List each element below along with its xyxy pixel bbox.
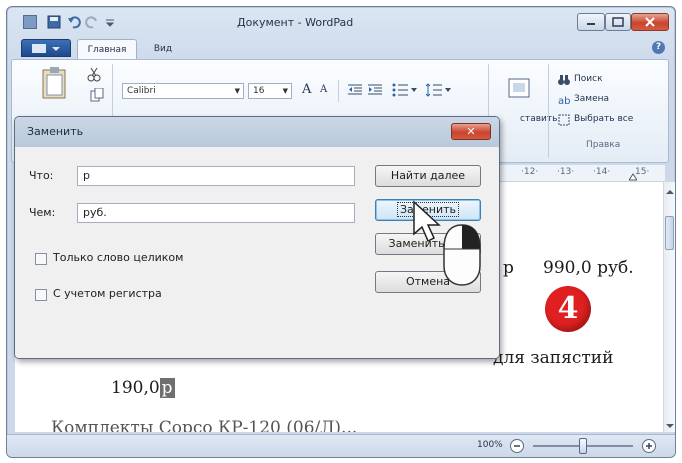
svg-text:ab: ab [558,96,570,106]
font-name-value: Calibri [127,86,156,96]
customize-qat-icon[interactable] [103,15,117,29]
chevron-down-icon: ▼ [282,87,288,95]
mouse-click-icon [440,222,484,288]
dialog-title-bar[interactable]: Заменить ✕ [15,117,499,147]
maximize-button[interactable] [605,13,631,31]
doc-fragment: р [503,258,514,278]
increase-indent-icon[interactable] [368,84,382,96]
binoculars-icon [558,74,570,86]
grow-font-button[interactable]: A [302,82,311,97]
redo-icon[interactable] [85,15,99,29]
chevron-down-icon: ▼ [234,87,240,95]
ruler-tick: ·13· [557,167,575,177]
selected-match-highlight: р [159,378,175,398]
whole-word-checkbox[interactable] [35,253,47,265]
ribbon-separator [548,64,549,158]
find-what-label: Что: [29,169,54,182]
close-window-button[interactable] [631,13,669,31]
match-case-label[interactable]: С учетом регистра [53,287,162,300]
replace-icon: ab [558,94,570,107]
insert-object-label[interactable]: ставить [520,114,557,124]
ruler-tick: ·14· [593,167,611,177]
dialog-title: Заменить [27,125,84,138]
find-next-label: Найти далее [390,169,466,182]
select-all-icon [558,114,570,126]
vertical-scrollbar[interactable] [663,182,675,432]
zoom-in-icon[interactable] [641,438,657,454]
scroll-up-icon[interactable] [666,186,674,194]
shrink-font-button[interactable]: A [320,84,327,95]
title-bar: Документ - WordPad [7,7,675,37]
ruler-tick: ·12· [521,167,539,177]
replace-ribbon-button[interactable]: Замена [574,94,609,104]
copy-icon[interactable] [90,87,104,102]
paste-icon[interactable] [40,66,70,102]
doc-price: 190,0 [111,378,160,398]
status-bar: 100% [7,434,675,457]
ribbon-separator [338,80,339,102]
zoom-out-icon[interactable] [509,438,525,454]
find-button[interactable]: Поиск [574,74,603,84]
save-icon[interactable] [47,15,61,29]
ruler-tick: 15· [635,167,650,177]
zoom-slider-thumb[interactable] [579,438,587,454]
find-next-button[interactable]: Найти далее [375,165,481,187]
picture-icon[interactable] [508,78,530,98]
zoom-level: 100% [477,440,503,450]
select-all-button[interactable]: Выбрать все [574,114,633,124]
replace-with-label: Чем: [29,206,56,219]
step-badge: 4 [545,286,591,332]
dialog-close-button[interactable]: ✕ [451,123,491,140]
ribbon-tab-row: Главная Вид ? [7,37,675,59]
undo-icon[interactable] [67,15,81,29]
doc-price: 990,0 руб. [543,258,634,278]
tab-view[interactable]: Вид [143,39,183,59]
font-size-select[interactable]: 16 ▼ [248,83,292,99]
cut-icon[interactable] [86,66,102,82]
window-title: Документ - WordPad [237,16,354,29]
font-name-select[interactable]: Calibri ▼ [122,83,244,99]
whole-word-label[interactable]: Только слово целиком [53,251,183,264]
font-size-value: 16 [253,86,265,96]
match-case-checkbox[interactable] [35,289,47,301]
replace-with-input[interactable]: руб. [77,203,355,223]
application-menu-button[interactable] [21,39,71,57]
line-spacing-icon[interactable] [425,83,452,97]
doc-partial-line: Комплекты Сорсо КР-120 (06/Л)... [51,420,358,432]
help-icon[interactable]: ? [652,41,665,54]
find-what-input[interactable]: р [77,166,355,186]
doc-text-line: для запястий [493,348,614,368]
wordpad-app-icon[interactable] [23,15,37,29]
doc-price-line: 190,0 р [111,378,175,398]
scroll-thumb[interactable] [665,216,674,250]
editing-group-label: Правка [586,140,621,150]
minimize-button[interactable] [577,13,605,31]
scroll-down-icon[interactable] [666,420,674,428]
bullets-list-icon[interactable] [392,83,418,97]
tab-home[interactable]: Главная [77,39,137,59]
decrease-indent-icon[interactable] [348,84,362,96]
